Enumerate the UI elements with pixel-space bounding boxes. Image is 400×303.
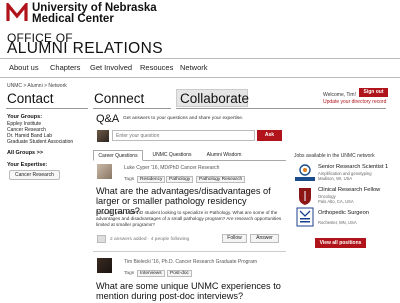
stanford-logo xyxy=(299,188,311,205)
divider xyxy=(176,108,386,109)
nav-resources[interactable]: Resouces xyxy=(140,63,173,72)
group-item[interactable]: Graduate Student Association xyxy=(7,139,73,145)
answer-button[interactable]: Answer xyxy=(250,234,279,243)
groups-list: Eppley Institute Cancer Research Dr. Ham… xyxy=(7,121,73,145)
nav-about-us[interactable]: About us xyxy=(9,63,39,72)
tag-badge[interactable]: Pathology Research xyxy=(196,176,246,183)
qa-description: Get answers to your questions and share … xyxy=(123,116,244,121)
university-logo xyxy=(6,3,28,21)
question-input[interactable] xyxy=(112,130,255,141)
job-title[interactable]: Senior Research Scientist 1 xyxy=(318,164,388,170)
groups-header: Your Groups: xyxy=(7,114,43,120)
ask-button[interactable]: Ask xyxy=(257,130,282,141)
job-location: Palo Alto, CA, USA xyxy=(318,199,354,204)
question-author[interactable]: Tim Bielecki '16, Ph.D. Cancer Research … xyxy=(124,259,257,265)
divider xyxy=(93,251,286,252)
tab-unmc-questions[interactable]: UNMC Questions xyxy=(147,150,197,161)
job-location: Rochester, MN, USA xyxy=(318,220,357,225)
question-meta: 2 answers added · 4 people following xyxy=(110,237,190,242)
follow-button[interactable]: Follow xyxy=(222,234,247,243)
question-title[interactable]: What are some unique UNMC experiences to… xyxy=(96,281,289,301)
expertise-header: Your Expertise: xyxy=(7,162,48,168)
avatar xyxy=(97,258,112,273)
view-all-positions-button[interactable]: View all positions xyxy=(315,238,366,248)
answers-icon xyxy=(97,235,106,243)
welcome-text: Welcome, Tim! xyxy=(323,92,356,98)
tags-label: Tags xyxy=(124,271,135,276)
tags-label: Tags xyxy=(124,177,135,182)
divider xyxy=(6,108,88,109)
tag-badge[interactable]: Residency xyxy=(137,176,166,183)
jobs-header: Jobs available in the UNMC network xyxy=(294,153,375,159)
update-directory-link[interactable]: Update your directory record xyxy=(323,99,386,105)
job-title[interactable]: Orthopedic Surgeon xyxy=(318,210,369,216)
nav-network[interactable]: Network xyxy=(180,63,208,72)
sign-out-button[interactable]: Sign out xyxy=(359,88,388,97)
qa-tabs: Career Questions UNMC Questions Alumni W… xyxy=(93,150,286,161)
section-tab-contact[interactable]: Contact xyxy=(7,91,54,106)
tab-career-questions[interactable]: Career Questions xyxy=(93,150,143,161)
question-body: I'm a 6th year MD/PhD student looking to… xyxy=(96,210,282,227)
question-author[interactable]: Luke Cyper '16, MD/PhD Cancer Research xyxy=(124,165,219,171)
nav-get-involved[interactable]: Get Involved xyxy=(90,63,132,72)
tag-badge[interactable]: Interviews xyxy=(137,270,165,277)
job-title[interactable]: Clinical Research Fellow xyxy=(318,187,380,193)
mayo-clinic-logo xyxy=(296,207,314,227)
avatar xyxy=(97,130,109,142)
top-navigation: About us Chapters Get Involved Resouces … xyxy=(0,58,400,78)
divider xyxy=(93,108,171,109)
expertise-badge[interactable]: Cancer Research xyxy=(9,170,60,180)
tab-alumni-wisdom[interactable]: Alumni Wisdom xyxy=(201,150,247,161)
section-tab-collaborate[interactable]: Collaborate xyxy=(176,89,249,107)
department-title: ALUMNI RELATIONS xyxy=(7,40,163,57)
tag-badge[interactable]: Pathology xyxy=(166,176,194,183)
avatar xyxy=(97,164,112,179)
qa-title: Q&A xyxy=(96,113,120,125)
tag-badge[interactable]: Post-doc xyxy=(167,270,192,277)
university-name: University of Nebraska Medical Center xyxy=(32,2,157,25)
section-tab-connect[interactable]: Connect xyxy=(94,91,144,106)
nav-chapters[interactable]: Chapters xyxy=(50,63,80,72)
job-location: Madison, WI, USA xyxy=(318,176,353,181)
breadcrumb: UNMC > Alumni > Network xyxy=(7,83,67,89)
promega-logo xyxy=(295,164,315,181)
all-groups-link[interactable]: All Groups >> xyxy=(7,150,43,156)
